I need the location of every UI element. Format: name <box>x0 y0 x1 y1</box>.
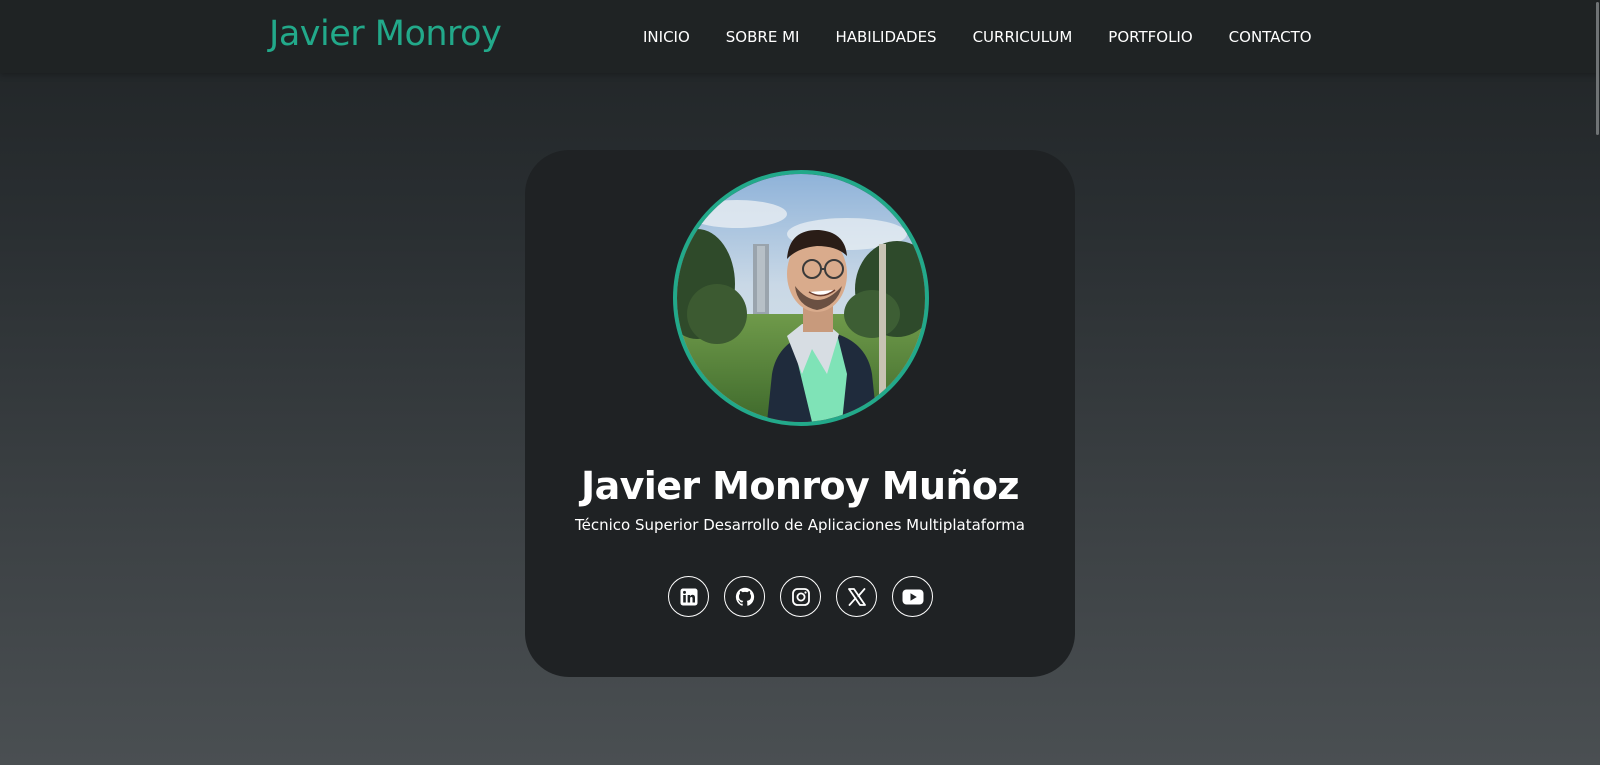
linkedin-button[interactable] <box>668 576 709 617</box>
nav-link-portfolio[interactable]: PORTFOLIO <box>1108 28 1192 46</box>
nav-link-contacto[interactable]: CONTACTO <box>1229 28 1312 46</box>
profile-photo <box>673 170 929 426</box>
profile-title: Técnico Superior Desarrollo de Aplicacio… <box>575 516 1025 534</box>
profile-name: Javier Monroy Muñoz <box>581 464 1019 508</box>
instagram-button[interactable] <box>780 576 821 617</box>
youtube-icon <box>902 589 923 604</box>
main-nav: INICIO SOBRE MI HABILIDADES CURRICULUM P… <box>643 0 1312 73</box>
github-button[interactable] <box>724 576 765 617</box>
nav-link-sobre-mi[interactable]: SOBRE MI <box>726 28 800 46</box>
github-icon <box>735 587 754 606</box>
social-links <box>668 576 933 617</box>
youtube-button[interactable] <box>892 576 933 617</box>
profile-card: Javier Monroy Muñoz Técnico Superior Des… <box>525 150 1075 677</box>
instagram-icon <box>791 587 810 606</box>
x-icon <box>847 587 866 606</box>
navbar: Javier Monroy INICIO SOBRE MI HABILIDADE… <box>0 0 1600 73</box>
profile-photo-illustration <box>677 174 925 422</box>
linkedin-icon <box>680 588 697 605</box>
scrollbar-thumb[interactable] <box>1596 2 1599 135</box>
nav-link-habilidades[interactable]: HABILIDADES <box>835 28 936 46</box>
nav-link-inicio[interactable]: INICIO <box>643 28 690 46</box>
nav-link-curriculum[interactable]: CURRICULUM <box>973 28 1073 46</box>
x-button[interactable] <box>836 576 877 617</box>
brand-link[interactable]: Javier Monroy <box>269 14 502 54</box>
